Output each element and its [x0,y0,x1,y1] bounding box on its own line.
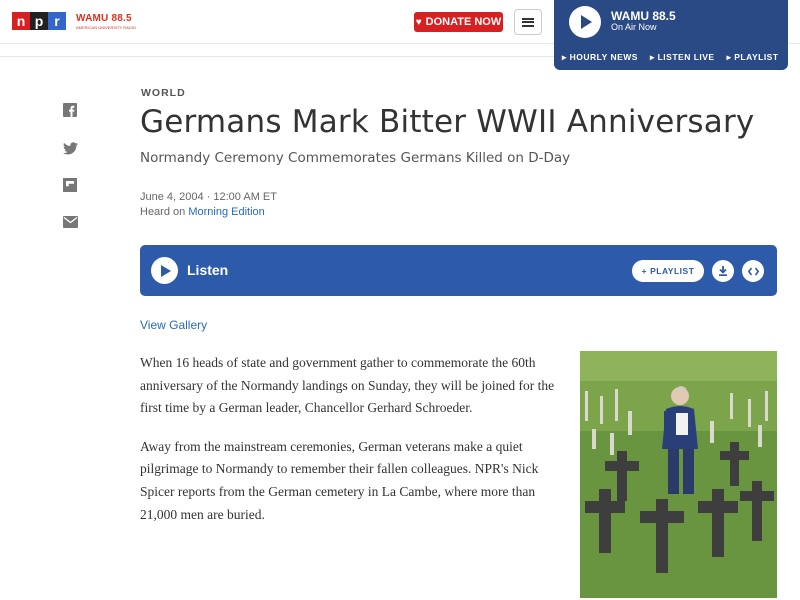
hamburger-icon [522,17,534,27]
npr-logo[interactable]: n p r [12,12,66,30]
program-link[interactable]: Morning Edition [188,206,264,218]
logo-letter-n: n [12,12,30,30]
listen-live-link[interactable]: ▸ LISTEN LIVE [650,52,715,63]
section-label[interactable]: WORLD [141,87,186,99]
embed-icon [747,267,759,275]
facebook-icon[interactable] [62,102,78,118]
paragraph: When 16 heads of state and government ga… [140,355,555,416]
station-logo[interactable]: WAMU 88.5 [76,13,132,24]
donate-button[interactable]: ♥ DONATE NOW [414,12,503,32]
plus-icon: + [641,266,648,276]
header-divider [0,56,554,57]
heard-on: Heard on Morning Edition [140,206,265,218]
twitter-icon[interactable] [62,140,78,156]
view-gallery-link[interactable]: View Gallery [140,318,207,332]
publish-date: June 4, 2004 · 12:00 AM ET [140,191,277,203]
download-button[interactable] [712,260,734,282]
listen-play-button[interactable] [151,257,178,284]
article-body: When 16 heads of state and government ga… [140,352,560,542]
play-icon [161,264,171,277]
player-status: On Air Now [611,22,657,32]
page-title: Germans Mark Bitter WWII Anniversary [140,104,755,140]
embed-button[interactable] [742,260,764,282]
playlist-link[interactable]: ▸ PLAYLIST [727,52,779,63]
donate-label: DONATE NOW [425,16,502,28]
live-play-button[interactable] [569,6,601,38]
playlist-label: PLAYLIST [650,266,695,276]
paragraph: Away from the mainstream ceremonies, Ger… [140,438,539,522]
logo-letter-r: r [48,12,66,30]
player-links: ▸ HOURLY NEWS ▸ LISTEN LIVE ▸ PLAYLIST [562,52,779,63]
heart-icon: ♥ [415,16,422,28]
station-tagline: AMERICAN UNIVERSITY RADIO [76,25,136,30]
cemetery-photo[interactable] [580,351,777,598]
audio-listen-bar: Listen + PLAYLIST [140,245,777,296]
page-subtitle: Normandy Ceremony Commemorates Germans K… [140,150,571,166]
live-radio-player: WAMU 88.5 On Air Now ▸ HOURLY NEWS ▸ LIS… [554,0,788,70]
player-station-name: WAMU 88.5 [611,9,676,23]
listen-label[interactable]: Listen [187,262,228,278]
menu-button[interactable] [514,9,542,35]
download-icon [719,266,727,276]
flipboard-icon[interactable] [62,177,78,193]
hourly-news-link[interactable]: ▸ HOURLY NEWS [562,52,638,63]
add-to-playlist-button[interactable]: + PLAYLIST [632,260,704,282]
email-icon[interactable] [62,214,78,230]
heard-prefix: Heard on [140,206,186,218]
play-icon [581,15,592,29]
logo-letter-p: p [30,12,48,30]
